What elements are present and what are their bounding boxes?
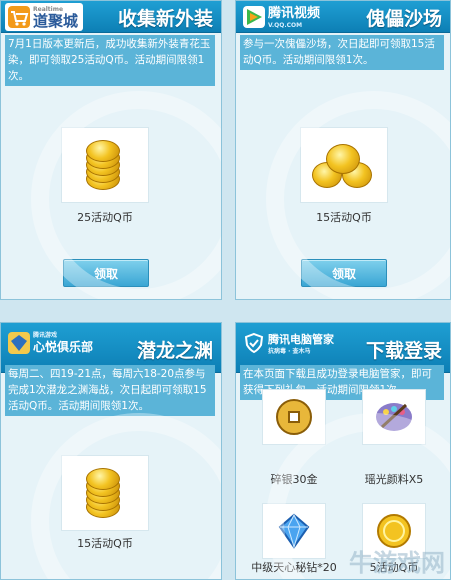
logo-subtext: 抗病毒 · 查木马	[268, 347, 311, 355]
prize-label: 15活动Q币	[77, 537, 133, 550]
card-download-login: 腾讯电脑管家 抗病毒 · 查木马 下载登录 在本页面下载且成功登录电脑管家，即可…	[235, 322, 451, 580]
prize-box	[61, 455, 149, 531]
card-description: 参与一次傀儡沙场，次日起即可领取15活动Q币。活动期间限领1次。	[240, 35, 444, 70]
prize-label: 15活动Q币	[316, 211, 372, 224]
tencent-video-logo: 腾讯视频 V.QQ.COM	[240, 3, 325, 31]
cart-icon	[8, 6, 30, 28]
card-title: 潜龙之渊	[136, 340, 213, 362]
reward-label: 瑶光颜料X5	[364, 473, 424, 486]
reward-box-paint	[362, 389, 426, 445]
blue-gem-icon	[278, 513, 310, 549]
card-collect-outfit: Realtime 道聚城 收集新外装 7月1日版本更新后，成功收集新外装青花玉染…	[0, 0, 222, 300]
xinyue-club-logo: 腾讯游戏 心悦俱乐部	[5, 329, 98, 357]
card-title: 下载登录	[365, 340, 442, 362]
prize-box	[300, 127, 388, 203]
card-hidden-dragon: 腾讯游戏 心悦俱乐部 潜龙之渊 每周二、四19-21点，每周六18-20点参与完…	[0, 322, 222, 580]
logo-subtext: V.QQ.COM	[268, 21, 303, 29]
logo-text: 心悦俱乐部	[33, 339, 94, 354]
watermark-text: 牛游戏网	[349, 549, 445, 577]
pc-manager-logo: 腾讯电脑管家 抗病毒 · 查木马	[240, 329, 339, 357]
coin-stack-icon	[78, 140, 132, 190]
coin-pile-icon	[312, 140, 376, 190]
prize-box	[61, 127, 149, 203]
shield-icon	[243, 332, 265, 354]
daojucheng-logo: Realtime 道聚城	[5, 3, 84, 31]
reward-label: 中级天心秘钻*20	[251, 561, 337, 574]
claim-button[interactable]: 领取	[63, 259, 149, 287]
card-description: 7月1日版本更新后，成功收集新外装青花玉染，即可领取25活动Q币。活动期间限领1…	[5, 35, 215, 86]
logo-text: 腾讯视频	[268, 5, 321, 21]
card-puppet-arena: 腾讯视频 V.QQ.COM 傀儡沙场 参与一次傀儡沙场，次日起即可领取15活动Q…	[235, 0, 451, 300]
card-description: 每周二、四19-21点，每周六18-20点参与完成1次潜龙之渊海战，次日起即可领…	[5, 365, 215, 416]
claim-button[interactable]: 领取	[301, 259, 387, 287]
card-title: 收集新外装	[117, 8, 213, 30]
logo-text: 道聚城	[33, 11, 79, 30]
reward-box-gem	[262, 503, 326, 559]
copper-coin-icon	[276, 399, 312, 435]
logo-subtext: 腾讯游戏	[33, 331, 58, 339]
paint-palette-icon	[376, 403, 412, 431]
reward-box-silver	[262, 389, 326, 445]
card-title: 傀儡沙场	[365, 8, 442, 30]
logo-text: 腾讯电脑管家	[268, 332, 334, 346]
club-icon	[8, 332, 30, 354]
reward-label: 碎银30金	[270, 473, 318, 486]
play-icon	[243, 6, 265, 28]
coin-stack-icon	[78, 468, 132, 518]
prize-label: 25活动Q币	[77, 211, 133, 224]
